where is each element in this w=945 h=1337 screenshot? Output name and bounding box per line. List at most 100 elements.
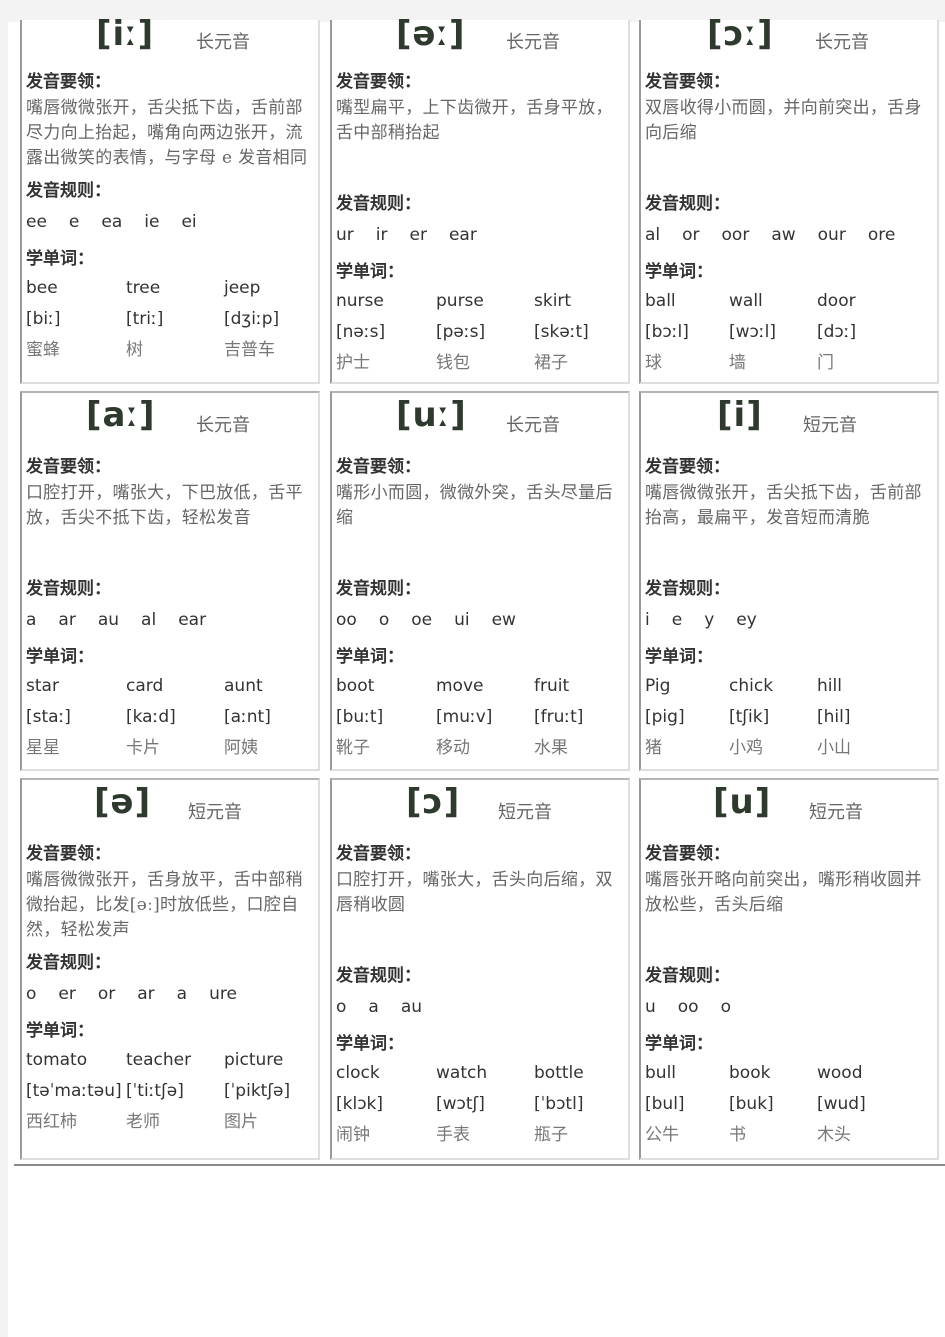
- rules-label: 发音规则：: [336, 579, 421, 599]
- tips-label: 发音要领：: [645, 457, 730, 477]
- card-header: [əː] 长元音: [336, 14, 624, 62]
- vowel-symbol: [ɔː]: [707, 14, 774, 54]
- meaning-row: 西红柿 老师 图片: [26, 1107, 314, 1138]
- word: bee: [26, 278, 58, 298]
- vowel-type: 短元音: [498, 802, 552, 823]
- vowel-card: [aː] 长元音 发音要领： 口腔打开，嘴张大，下巴放低，舌平放，舌尖不抵下齿，…: [20, 391, 320, 771]
- words-label: 学单词：: [336, 647, 404, 667]
- word-row: ball wall door: [645, 286, 933, 317]
- rules-label: 发音规则：: [645, 966, 730, 986]
- spelling-rule: a: [26, 610, 37, 630]
- phonetic: [ˈtiːtʃə]: [126, 1081, 184, 1101]
- meaning: 树: [126, 340, 143, 360]
- spelling-rule: ey: [736, 610, 757, 630]
- phonetic-row: [bul] [buk] [wud]: [645, 1089, 933, 1120]
- tips-label: 发音要领：: [336, 72, 421, 92]
- word-row: Pig chick hill: [645, 671, 933, 702]
- word: aunt: [224, 676, 263, 696]
- spelling-rule: al: [141, 610, 157, 630]
- vowel-card: [ɔː] 长元音 发音要领： 双唇收得小而圆，并向前突出，舌身向后缩 发音规则：…: [639, 14, 939, 384]
- word: fruit: [534, 676, 570, 696]
- phonetic-row: [klɔk] [wɔtʃ] [ˈbɔtl]: [336, 1089, 624, 1120]
- word: teacher: [126, 1050, 192, 1070]
- word-row: boot move fruit: [336, 671, 624, 702]
- meaning: 星星: [26, 738, 60, 758]
- phonetic-row: [pig] [tʃik] [hil]: [645, 702, 933, 733]
- tips-text: 嘴唇微微张开，舌尖抵下齿，舌前部尽力向上抬起，嘴角向两边张开，流露出微笑的表情，…: [26, 98, 308, 168]
- word: wall: [729, 291, 763, 311]
- spelling-rule: or: [97, 984, 116, 1004]
- phonetic: [fruːt]: [534, 707, 584, 727]
- phonetic: [buːt]: [336, 707, 384, 727]
- meaning: 水果: [534, 738, 568, 758]
- meaning: 裙子: [534, 353, 568, 373]
- tips-text: 嘴唇微微张开，舌身放平，舌中部稍微抬起，比发[əː]时放低些，口腔自然，轻松发声: [26, 870, 303, 940]
- spelling-rules: oo o oe ui ew: [336, 603, 624, 637]
- spelling-rule: or: [682, 225, 700, 245]
- word: wood: [817, 1063, 863, 1083]
- word-row: clock watch bottle: [336, 1058, 624, 1089]
- phonetic: [kaːd]: [126, 707, 176, 727]
- vowel-symbol: [i]: [717, 395, 763, 435]
- phonetic: [wɔtʃ]: [436, 1094, 485, 1114]
- spelling-rules: u oo o: [645, 990, 933, 1024]
- meaning-row: 星星 卡片 阿姨: [26, 733, 314, 764]
- spelling-rule: aw: [771, 225, 796, 245]
- words-label: 学单词：: [26, 1021, 94, 1041]
- phonetic: [biː]: [26, 309, 61, 329]
- rules-label: 发音规则：: [336, 966, 421, 986]
- spelling-rule: o: [26, 984, 37, 1004]
- meaning: 木头: [817, 1125, 851, 1145]
- word: boot: [336, 676, 375, 696]
- meaning-row: 球 墙 门: [645, 348, 933, 379]
- word: Pig: [645, 676, 671, 696]
- rules-label: 发音规则：: [26, 579, 111, 599]
- spelling-rule: ore: [867, 225, 896, 245]
- phonetic: [skəːt]: [534, 322, 589, 342]
- phonetic: [ˈpiktʃə]: [224, 1081, 291, 1101]
- meaning: 书: [729, 1125, 746, 1145]
- spelling-rule: oor: [721, 225, 750, 245]
- card-header: [u] 短元音: [645, 780, 933, 834]
- vowel-symbol: [ɔ]: [406, 782, 461, 822]
- vowel-card: [i] 短元音 发音要领： 嘴唇微微张开，舌尖抵下齿，舌前部抬高，最扁平，发音短…: [639, 391, 939, 771]
- phonetic: [staː]: [26, 707, 71, 727]
- spelling-rule: ar: [58, 610, 76, 630]
- words-label: 学单词：: [645, 1034, 713, 1054]
- tips-text: 嘴形小而圆，微微外突，舌头尽量后缩: [336, 483, 613, 528]
- word: clock: [336, 1063, 380, 1083]
- tips-text: 嘴唇微微张开，舌尖抵下齿，舌前部抬高，最扁平，发音短而清脆: [645, 483, 922, 528]
- meaning: 吉普车: [224, 340, 275, 360]
- spelling-rule: a: [368, 997, 379, 1017]
- vowel-type: 长元音: [196, 32, 250, 53]
- tips-label: 发音要领：: [336, 457, 421, 477]
- spelling-rule: u: [645, 997, 656, 1017]
- rules-label: 发音规则：: [645, 194, 730, 214]
- word: move: [436, 676, 484, 696]
- vowel-card: [iː] 长元音 发音要领： 嘴唇微微张开，舌尖抵下齿，舌前部尽力向上抬起，嘴角…: [20, 14, 320, 384]
- meaning-row: 公牛 书 木头: [645, 1120, 933, 1151]
- vowel-card: [ɔ] 短元音 发音要领： 口腔打开，嘴张大，舌头向后缩，双唇稍收圆 发音规则：…: [330, 778, 630, 1160]
- spelling-rules: al or oor aw our ore: [645, 218, 933, 252]
- word: bull: [645, 1063, 677, 1083]
- vowel-symbol: [əː]: [396, 14, 466, 54]
- word: tomato: [26, 1050, 88, 1070]
- spelling-rule: ew: [491, 610, 516, 630]
- word: ball: [645, 291, 676, 311]
- phonetic-row: [bɔːl] [wɔːl] [dɔː]: [645, 317, 933, 348]
- vowel-type: 短元音: [803, 415, 857, 436]
- tips-label: 发音要领：: [336, 844, 421, 864]
- card-header: [ə] 短元音: [26, 780, 314, 834]
- spelling-rule: ear: [178, 610, 207, 630]
- vowel-symbol: [aː]: [86, 395, 156, 435]
- spelling-rule: ar: [137, 984, 155, 1004]
- spelling-rule: ure: [209, 984, 237, 1004]
- phonetic: [bul]: [645, 1094, 685, 1114]
- phonetic: [klɔk]: [336, 1094, 384, 1114]
- phonetic-row: [təˈmaːtəu] [ˈtiːtʃə] [ˈpiktʃə]: [26, 1076, 314, 1107]
- phonetic: [dʒiːp]: [224, 309, 280, 329]
- phonetic: [hil]: [817, 707, 851, 727]
- phonetic-row: [staː] [kaːd] [aːnt]: [26, 702, 314, 733]
- phonetic: [buk]: [729, 1094, 774, 1114]
- meaning: 图片: [224, 1112, 258, 1132]
